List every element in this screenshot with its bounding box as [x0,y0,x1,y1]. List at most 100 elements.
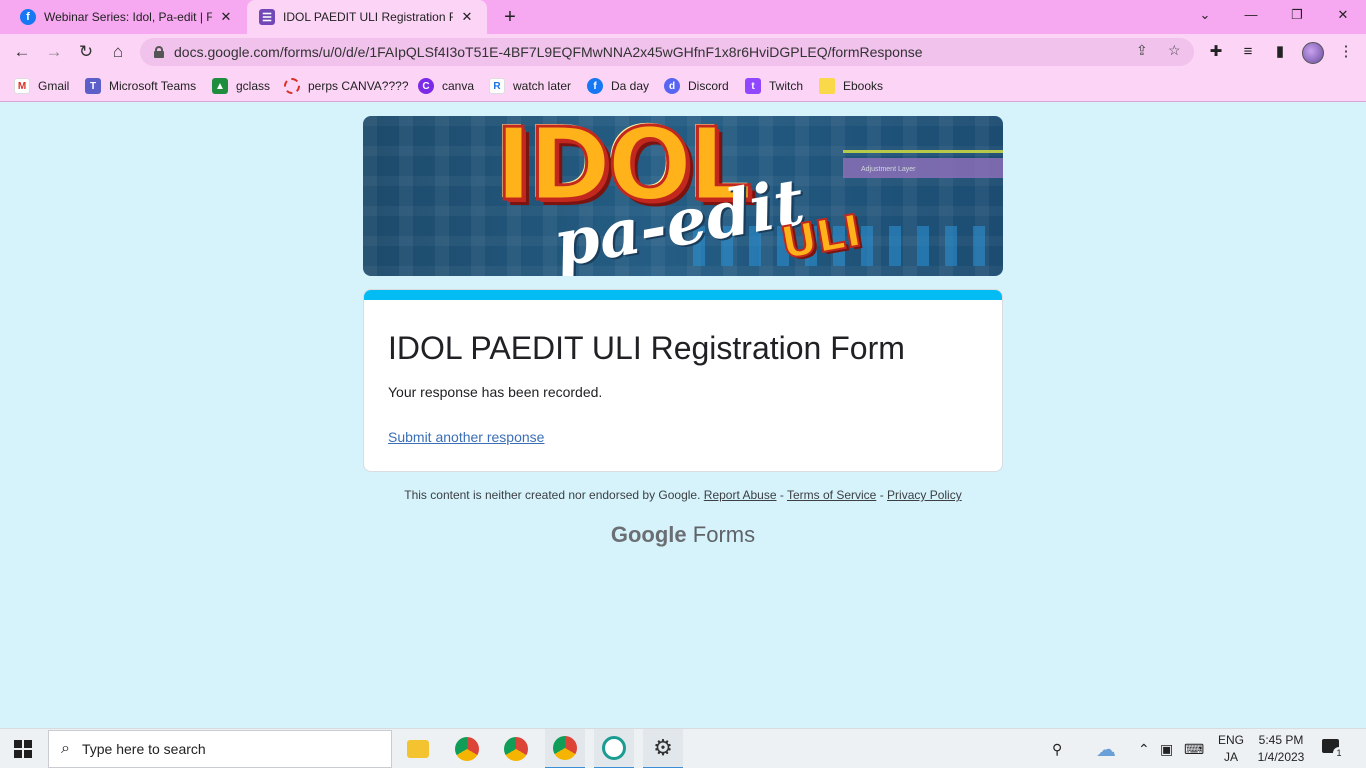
people-icon[interactable]: ⚲ [1052,729,1062,768]
bookmark-teams[interactable]: T Microsoft Teams [85,76,196,96]
settings-app[interactable]: ⚙ [643,729,683,768]
gmail-icon: M [14,78,30,94]
form-title: IDOL PAEDIT ULI Registration Form [388,330,905,366]
taskbar-search-input[interactable] [81,741,362,757]
tab-strip: f Webinar Series: Idol, Pa-edit | Facebo… [0,0,1366,34]
classroom-icon: ▲ [212,78,228,94]
new-tab-button[interactable]: + [498,5,522,29]
facebook-icon: f [587,78,603,94]
banner-track-line [843,150,1003,153]
separator: - [779,488,784,502]
side-panel-icon[interactable]: ▮ [1270,42,1290,62]
close-icon[interactable]: ✕ [459,9,475,25]
close-icon[interactable]: ✕ [218,9,234,25]
submit-another-response-link[interactable]: Submit another response [388,429,544,445]
input-method-icon[interactable]: ▣ [1160,729,1173,768]
bookmark-label: watch later [513,79,572,93]
language-indicator[interactable]: ENG JA [1216,732,1246,766]
tab-title: Webinar Series: Idol, Pa-edit | Facebook [44,10,212,24]
back-icon[interactable]: ← [8,38,36,66]
chrome-app-2[interactable] [496,729,536,768]
keyboard-layout: JA [1223,750,1238,764]
bookmark-twitch[interactable]: t Twitch [745,76,803,96]
bookmark-label: perps CANVA???? [308,79,409,93]
profile-avatar[interactable] [1302,42,1324,64]
clock-time: 5:45 PM [1258,733,1304,747]
weather-icon[interactable]: ☁ [1096,729,1116,768]
restore-icon[interactable]: ❐ [1274,0,1320,30]
logo-google: Google [610,522,687,547]
logo-forms: Forms [692,522,756,547]
bookmark-canva[interactable]: C canva [418,76,474,96]
bookmark-label: Microsoft Teams [109,79,197,93]
notification-count: 1 [1333,747,1345,759]
chrome-icon [455,737,479,761]
file-explorer-app[interactable] [398,729,438,768]
form-header-image: Adjustment Layer IDOL pa-edit ULI [363,116,1003,276]
report-abuse-link[interactable]: Report Abuse [704,488,777,502]
keyboard-icon[interactable]: ⌨ [1184,729,1204,768]
chrome-app-1[interactable] [447,729,487,768]
card-accent-bar [364,290,1002,300]
system-clock[interactable]: 5:45 PM 1/4/2023 [1252,732,1310,766]
bookmark-perps-canva[interactable]: perps CANVA???? [284,76,409,96]
chrome-icon [504,737,528,761]
taskbar-search-box[interactable]: ⌕ [48,730,392,768]
bookmark-star-icon[interactable]: ☆ [1168,42,1181,59]
bookmark-label: Da day [611,79,650,93]
google-forms-icon: ☰ [259,9,275,25]
tab-title: IDOL PAEDIT ULI Registration Form [283,10,453,24]
canva-ring-icon [284,78,300,94]
confirmation-card: IDOL PAEDIT ULI Registration Form Your r… [363,289,1003,472]
share-icon[interactable]: ⇪ [1136,42,1148,59]
bookmark-label: Gmail [38,79,70,93]
extensions-icon[interactable]: ✚ [1206,42,1226,62]
disclaimer: This content is neither created nor endo… [0,488,1366,502]
tab-registration-form[interactable]: ☰ IDOL PAEDIT ULI Registration Form ✕ [247,0,487,34]
bookmark-gmail[interactable]: M Gmail [14,76,69,96]
chrome-icon [553,736,577,760]
terms-of-service-link[interactable]: Terms of Service [787,488,876,502]
home-icon[interactable]: ⌂ [104,38,132,66]
address-bar[interactable]: docs.google.com/forms/u/0/d/e/1FAIpQLSf4… [140,38,1194,66]
google-forms-logo[interactable]: Google Forms [0,522,1366,548]
bookmark-label: Discord [688,79,729,93]
minimize-icon[interactable]: — [1228,0,1274,30]
bookmark-discord[interactable]: d Discord [664,76,729,96]
discord-icon: d [664,78,680,94]
teams-icon: T [85,78,101,94]
privacy-policy-link[interactable]: Privacy Policy [887,488,962,502]
edge-app[interactable] [594,729,634,768]
bookmark-ebooks[interactable]: Ebooks [819,76,883,96]
folder-icon [407,740,429,758]
edge-icon [602,736,626,760]
twitch-icon: t [745,78,761,94]
notification-icon[interactable]: 1 [1322,739,1345,759]
language-code: ENG [1217,733,1244,747]
tab-search-icon[interactable]: ⌄ [1182,0,1228,30]
folder-icon [819,78,835,94]
bookmark-da-day[interactable]: f Da day [587,76,649,96]
tab-facebook[interactable]: f Webinar Series: Idol, Pa-edit | Facebo… [8,0,246,34]
banner-adjustment-track: Adjustment Layer [843,158,1003,178]
bookmark-gclass[interactable]: ▲ gclass [212,76,270,96]
confirmation-message: Your response has been recorded. [388,384,603,400]
forward-icon[interactable]: → [40,38,68,66]
chrome-app-3[interactable] [545,729,585,768]
banner-track-label: Adjustment Layer [861,166,916,173]
url-text[interactable]: docs.google.com/forms/u/0/d/e/1FAIpQLSf4… [174,44,923,60]
media-control-icon[interactable]: ≡ [1238,42,1258,62]
reload-icon[interactable]: ↻ [72,38,100,66]
bookmark-label: Ebooks [843,79,884,93]
bookmarks-bar: M Gmail T Microsoft Teams ▲ gclass perps… [0,70,1366,102]
separator: - [879,488,884,502]
r-icon: R [489,78,505,94]
bookmark-label: gclass [236,79,271,93]
clock-date: 1/4/2023 [1257,750,1305,764]
menu-icon[interactable]: ⋮ [1336,42,1356,62]
bookmark-watch-later[interactable]: R watch later [489,76,571,96]
lock-icon [154,46,164,58]
close-window-icon[interactable]: ✕ [1320,0,1366,30]
chevron-up-icon[interactable]: ⌃ [1138,729,1150,768]
windows-start-icon[interactable] [14,740,32,758]
